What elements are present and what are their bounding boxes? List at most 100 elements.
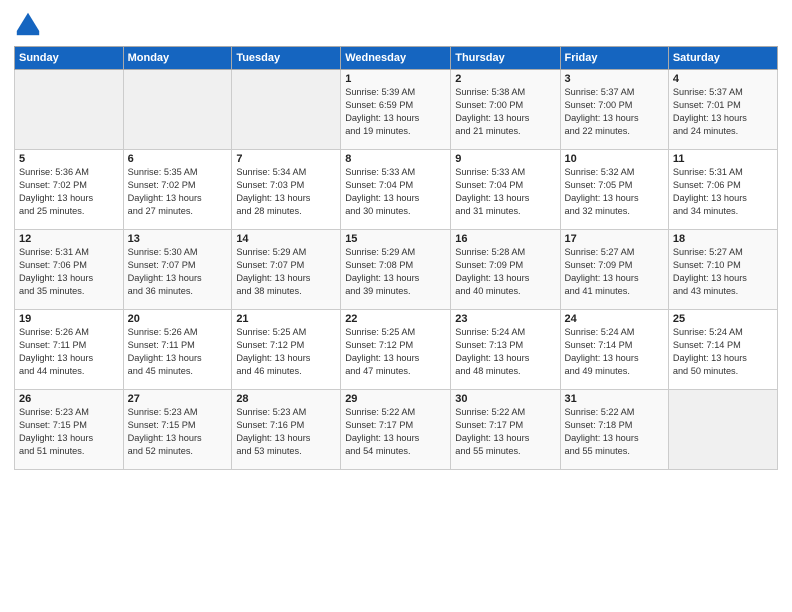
calendar-cell: 5Sunrise: 5:36 AM Sunset: 7:02 PM Daylig… <box>15 150 124 230</box>
day-number: 17 <box>565 233 664 245</box>
calendar-week-row: 1Sunrise: 5:39 AM Sunset: 6:59 PM Daylig… <box>15 70 778 150</box>
calendar-cell: 15Sunrise: 5:29 AM Sunset: 7:08 PM Dayli… <box>341 230 451 310</box>
day-number: 27 <box>128 393 228 405</box>
calendar-cell: 6Sunrise: 5:35 AM Sunset: 7:02 PM Daylig… <box>123 150 232 230</box>
day-info: Sunrise: 5:31 AM Sunset: 7:06 PM Dayligh… <box>19 246 119 298</box>
calendar-cell <box>123 70 232 150</box>
day-number: 18 <box>673 233 773 245</box>
day-number: 9 <box>455 153 555 165</box>
day-info: Sunrise: 5:35 AM Sunset: 7:02 PM Dayligh… <box>128 166 228 218</box>
calendar-cell: 29Sunrise: 5:22 AM Sunset: 7:17 PM Dayli… <box>341 390 451 470</box>
calendar-header-saturday: Saturday <box>668 47 777 70</box>
calendar-cell: 7Sunrise: 5:34 AM Sunset: 7:03 PM Daylig… <box>232 150 341 230</box>
calendar-cell: 20Sunrise: 5:26 AM Sunset: 7:11 PM Dayli… <box>123 310 232 390</box>
logo <box>14 10 46 38</box>
calendar-cell <box>668 390 777 470</box>
calendar-week-row: 19Sunrise: 5:26 AM Sunset: 7:11 PM Dayli… <box>15 310 778 390</box>
calendar-cell: 16Sunrise: 5:28 AM Sunset: 7:09 PM Dayli… <box>451 230 560 310</box>
day-number: 28 <box>236 393 336 405</box>
day-info: Sunrise: 5:27 AM Sunset: 7:10 PM Dayligh… <box>673 246 773 298</box>
day-number: 31 <box>565 393 664 405</box>
day-number: 21 <box>236 313 336 325</box>
day-info: Sunrise: 5:26 AM Sunset: 7:11 PM Dayligh… <box>19 326 119 378</box>
day-info: Sunrise: 5:25 AM Sunset: 7:12 PM Dayligh… <box>236 326 336 378</box>
calendar-header-friday: Friday <box>560 47 668 70</box>
calendar-cell: 17Sunrise: 5:27 AM Sunset: 7:09 PM Dayli… <box>560 230 668 310</box>
day-info: Sunrise: 5:28 AM Sunset: 7:09 PM Dayligh… <box>455 246 555 298</box>
day-number: 19 <box>19 313 119 325</box>
day-info: Sunrise: 5:32 AM Sunset: 7:05 PM Dayligh… <box>565 166 664 218</box>
day-number: 20 <box>128 313 228 325</box>
calendar-cell: 21Sunrise: 5:25 AM Sunset: 7:12 PM Dayli… <box>232 310 341 390</box>
calendar-cell: 10Sunrise: 5:32 AM Sunset: 7:05 PM Dayli… <box>560 150 668 230</box>
day-number: 26 <box>19 393 119 405</box>
day-info: Sunrise: 5:27 AM Sunset: 7:09 PM Dayligh… <box>565 246 664 298</box>
calendar-header-row: SundayMondayTuesdayWednesdayThursdayFrid… <box>15 47 778 70</box>
logo-icon <box>14 10 42 38</box>
day-number: 6 <box>128 153 228 165</box>
calendar-cell: 27Sunrise: 5:23 AM Sunset: 7:15 PM Dayli… <box>123 390 232 470</box>
day-number: 2 <box>455 73 555 85</box>
day-info: Sunrise: 5:39 AM Sunset: 6:59 PM Dayligh… <box>345 86 446 138</box>
calendar-cell: 23Sunrise: 5:24 AM Sunset: 7:13 PM Dayli… <box>451 310 560 390</box>
day-number: 14 <box>236 233 336 245</box>
day-info: Sunrise: 5:22 AM Sunset: 7:18 PM Dayligh… <box>565 406 664 458</box>
day-info: Sunrise: 5:24 AM Sunset: 7:14 PM Dayligh… <box>565 326 664 378</box>
calendar-table: SundayMondayTuesdayWednesdayThursdayFrid… <box>14 46 778 470</box>
day-info: Sunrise: 5:23 AM Sunset: 7:16 PM Dayligh… <box>236 406 336 458</box>
day-number: 25 <box>673 313 773 325</box>
day-info: Sunrise: 5:33 AM Sunset: 7:04 PM Dayligh… <box>345 166 446 218</box>
day-info: Sunrise: 5:24 AM Sunset: 7:13 PM Dayligh… <box>455 326 555 378</box>
calendar-header-sunday: Sunday <box>15 47 124 70</box>
day-info: Sunrise: 5:29 AM Sunset: 7:08 PM Dayligh… <box>345 246 446 298</box>
day-number: 24 <box>565 313 664 325</box>
day-number: 4 <box>673 73 773 85</box>
day-number: 3 <box>565 73 664 85</box>
calendar-cell: 3Sunrise: 5:37 AM Sunset: 7:00 PM Daylig… <box>560 70 668 150</box>
calendar-cell: 30Sunrise: 5:22 AM Sunset: 7:17 PM Dayli… <box>451 390 560 470</box>
calendar-cell: 9Sunrise: 5:33 AM Sunset: 7:04 PM Daylig… <box>451 150 560 230</box>
day-info: Sunrise: 5:26 AM Sunset: 7:11 PM Dayligh… <box>128 326 228 378</box>
day-info: Sunrise: 5:23 AM Sunset: 7:15 PM Dayligh… <box>19 406 119 458</box>
day-number: 1 <box>345 73 446 85</box>
calendar-cell: 12Sunrise: 5:31 AM Sunset: 7:06 PM Dayli… <box>15 230 124 310</box>
day-number: 16 <box>455 233 555 245</box>
day-info: Sunrise: 5:37 AM Sunset: 7:00 PM Dayligh… <box>565 86 664 138</box>
day-info: Sunrise: 5:23 AM Sunset: 7:15 PM Dayligh… <box>128 406 228 458</box>
day-info: Sunrise: 5:24 AM Sunset: 7:14 PM Dayligh… <box>673 326 773 378</box>
calendar-week-row: 5Sunrise: 5:36 AM Sunset: 7:02 PM Daylig… <box>15 150 778 230</box>
calendar-cell: 31Sunrise: 5:22 AM Sunset: 7:18 PM Dayli… <box>560 390 668 470</box>
day-number: 10 <box>565 153 664 165</box>
calendar-cell: 18Sunrise: 5:27 AM Sunset: 7:10 PM Dayli… <box>668 230 777 310</box>
day-info: Sunrise: 5:36 AM Sunset: 7:02 PM Dayligh… <box>19 166 119 218</box>
calendar-cell <box>15 70 124 150</box>
calendar-cell: 11Sunrise: 5:31 AM Sunset: 7:06 PM Dayli… <box>668 150 777 230</box>
calendar-cell: 25Sunrise: 5:24 AM Sunset: 7:14 PM Dayli… <box>668 310 777 390</box>
day-info: Sunrise: 5:22 AM Sunset: 7:17 PM Dayligh… <box>345 406 446 458</box>
day-number: 23 <box>455 313 555 325</box>
day-info: Sunrise: 5:30 AM Sunset: 7:07 PM Dayligh… <box>128 246 228 298</box>
calendar-cell <box>232 70 341 150</box>
calendar-header-tuesday: Tuesday <box>232 47 341 70</box>
calendar-cell: 28Sunrise: 5:23 AM Sunset: 7:16 PM Dayli… <box>232 390 341 470</box>
day-info: Sunrise: 5:22 AM Sunset: 7:17 PM Dayligh… <box>455 406 555 458</box>
calendar-cell: 26Sunrise: 5:23 AM Sunset: 7:15 PM Dayli… <box>15 390 124 470</box>
calendar-header-thursday: Thursday <box>451 47 560 70</box>
day-info: Sunrise: 5:34 AM Sunset: 7:03 PM Dayligh… <box>236 166 336 218</box>
day-number: 8 <box>345 153 446 165</box>
page-header <box>14 10 778 38</box>
calendar-cell: 14Sunrise: 5:29 AM Sunset: 7:07 PM Dayli… <box>232 230 341 310</box>
day-number: 13 <box>128 233 228 245</box>
day-number: 5 <box>19 153 119 165</box>
day-info: Sunrise: 5:37 AM Sunset: 7:01 PM Dayligh… <box>673 86 773 138</box>
day-number: 30 <box>455 393 555 405</box>
day-number: 29 <box>345 393 446 405</box>
day-number: 11 <box>673 153 773 165</box>
calendar-header-monday: Monday <box>123 47 232 70</box>
calendar-week-row: 12Sunrise: 5:31 AM Sunset: 7:06 PM Dayli… <box>15 230 778 310</box>
calendar-cell: 2Sunrise: 5:38 AM Sunset: 7:00 PM Daylig… <box>451 70 560 150</box>
calendar-cell: 4Sunrise: 5:37 AM Sunset: 7:01 PM Daylig… <box>668 70 777 150</box>
calendar-header-wednesday: Wednesday <box>341 47 451 70</box>
calendar-cell: 1Sunrise: 5:39 AM Sunset: 6:59 PM Daylig… <box>341 70 451 150</box>
day-number: 7 <box>236 153 336 165</box>
